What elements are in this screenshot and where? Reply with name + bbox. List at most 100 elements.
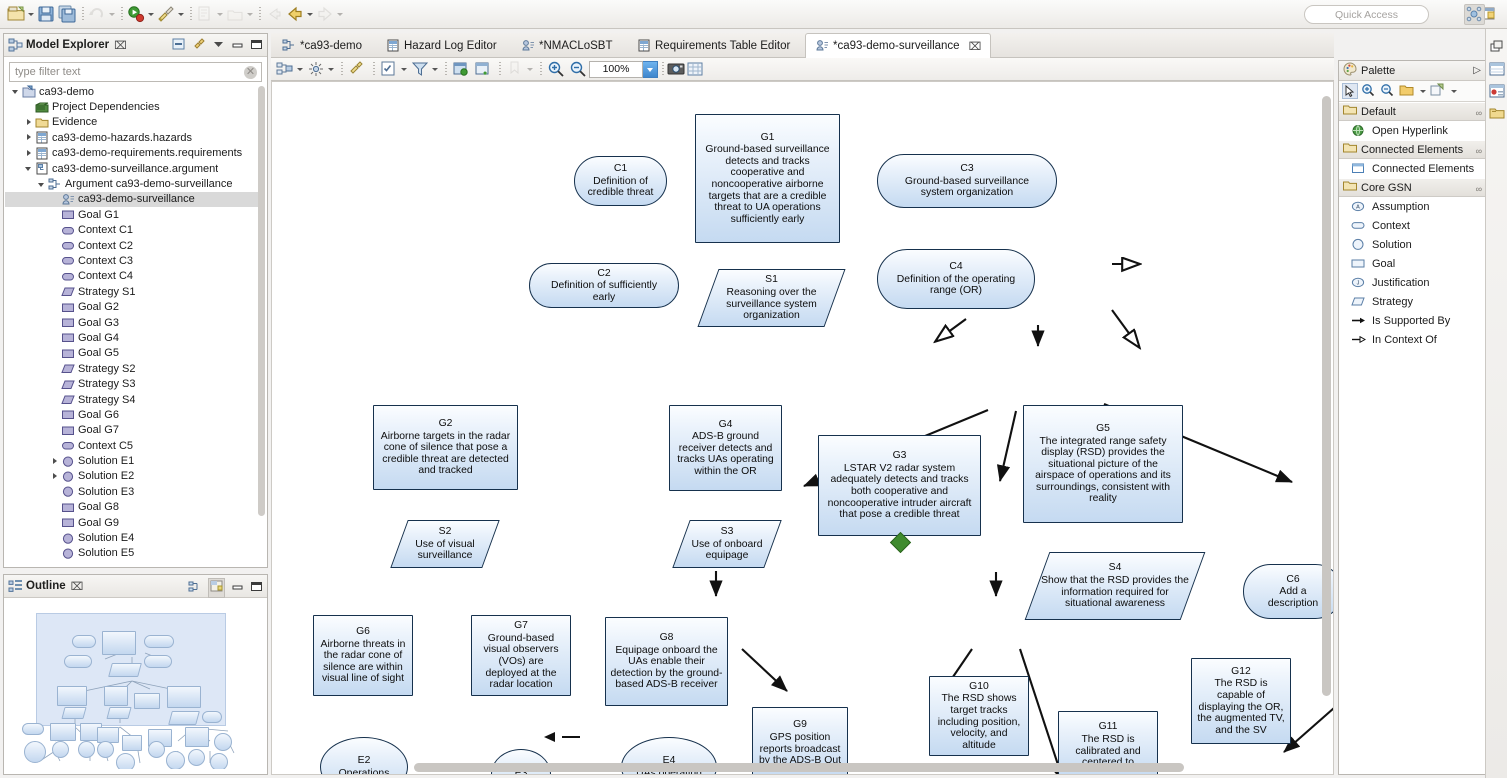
tree-scrollbar[interactable]: [258, 86, 265, 554]
palette-entry[interactable]: Context: [1339, 216, 1487, 235]
tree-item[interactable]: Solution E5: [5, 546, 260, 561]
save-all-button[interactable]: [57, 2, 78, 26]
canvas-vertical-scrollbar[interactable]: [1322, 96, 1331, 696]
chevron-right-icon[interactable]: [24, 117, 35, 128]
tree-item[interactable]: Solution E2: [5, 469, 260, 484]
tree-item[interactable]: Context C2: [5, 238, 260, 253]
tree-item[interactable]: Argument ca93-demo-surveillance: [5, 176, 260, 191]
tree-item[interactable]: ca93-demo-surveillance: [5, 191, 260, 208]
tree-item[interactable]: Strategy S3: [5, 376, 260, 391]
chevron-down-icon[interactable]: [305, 5, 314, 23]
previous-annotation-button[interactable]: [285, 2, 315, 26]
tree-item[interactable]: Goal G9: [5, 515, 260, 530]
chevron-down-icon[interactable]: [525, 60, 534, 78]
gsn-node-g7[interactable]: G7 Ground-based visual observers (VOs) ar…: [471, 615, 571, 696]
outline-overview-button[interactable]: [208, 578, 225, 598]
tree-item[interactable]: Goal G1: [5, 207, 260, 222]
tree-item[interactable]: Context C5: [5, 438, 260, 453]
palette-entry[interactable]: A Assumption: [1339, 197, 1487, 216]
gsn-node-g4[interactable]: G4 ADS-B ground receiver detects and trac…: [669, 405, 782, 491]
chevron-down-icon[interactable]: [24, 163, 35, 174]
tree-item[interactable]: Strategy S4: [5, 392, 260, 407]
restore-icon[interactable]: [1489, 39, 1505, 55]
tree-item[interactable]: Goal G8: [5, 500, 260, 515]
outline-hierarchy-button[interactable]: [188, 580, 202, 597]
gsn-node-c2[interactable]: C2 Definition of sufficiently early: [529, 263, 679, 308]
chevron-right-icon[interactable]: [24, 132, 35, 143]
tree-item[interactable]: Strategy S1: [5, 284, 260, 299]
camera-icon[interactable]: [667, 60, 686, 79]
gsn-node-c1[interactable]: C1 Definition of credible threat: [574, 156, 667, 206]
chevron-down-icon[interactable]: [146, 5, 155, 23]
tree-item[interactable]: Context C1: [5, 223, 260, 238]
palette-drawer-connected-elements[interactable]: Connected Elements ∞: [1339, 140, 1487, 159]
chevron-right-icon[interactable]: [50, 456, 61, 467]
model-tree[interactable]: ca93-demo Project Dependencies Evidence ca9…: [5, 84, 260, 564]
gsn-node-g5[interactable]: G5 The integrated range safety display (R…: [1023, 405, 1183, 523]
tree-item[interactable]: Solution E3: [5, 484, 260, 499]
zoom-out-button[interactable]: [568, 57, 589, 81]
note-icon[interactable]: [1399, 83, 1415, 99]
save-button[interactable]: [36, 2, 57, 26]
problems-icon[interactable]: [1489, 83, 1505, 99]
chevron-right-icon[interactable]: [24, 148, 35, 159]
gsn-node-c6[interactable]: C6 Add a description: [1243, 564, 1333, 619]
note-attachment-icon[interactable]: [1430, 83, 1446, 99]
arrange-all-button[interactable]: [275, 57, 305, 81]
quick-access-input[interactable]: Quick Access: [1304, 5, 1429, 24]
select-all-button[interactable]: [379, 57, 409, 81]
palette-drawer-default[interactable]: Default ∞: [1339, 102, 1487, 121]
tree-item[interactable]: Context C4: [5, 269, 260, 284]
maximize-button[interactable]: [250, 38, 263, 54]
tree-item[interactable]: ca93-demo: [5, 84, 260, 99]
chevron-down-icon[interactable]: [399, 60, 408, 78]
new-wizard-button[interactable]: [6, 2, 36, 26]
gsn-node-g6[interactable]: G6 Airborne threats in the radar cone of …: [313, 615, 413, 696]
tree-item[interactable]: Goal G7: [5, 423, 260, 438]
gsn-node-s3[interactable]: S3 Use of onboard equipage: [672, 520, 782, 568]
zoom-in-button[interactable]: [546, 57, 567, 81]
chevron-down-icon[interactable]: [107, 5, 116, 23]
maximize-button[interactable]: [250, 580, 263, 596]
gsn-node-s4[interactable]: S4 Show that the RSD provides the informa…: [1024, 552, 1206, 620]
palette-entry[interactable]: Open Hyperlink: [1339, 121, 1487, 140]
show-related-button[interactable]: [451, 57, 472, 81]
properties-icon[interactable]: [1489, 61, 1505, 77]
chevron-down-icon[interactable]: [11, 86, 22, 97]
new-java-class-button[interactable]: [195, 2, 225, 26]
chevron-down-icon[interactable]: [215, 5, 224, 23]
pin-drawer-icon[interactable]: ∞: [1476, 146, 1482, 156]
gsn-node-g10[interactable]: G10 The RSD shows target tracks including…: [929, 676, 1029, 756]
view-menu-button[interactable]: [212, 38, 225, 54]
back-history-button[interactable]: [264, 2, 285, 26]
gsn-node-g1[interactable]: G1 Ground-based surveillance detects and …: [695, 114, 840, 243]
modeling-perspective-button[interactable]: [1464, 4, 1485, 25]
gsn-node-g8[interactable]: G8 Equipage onboard the UAs enable their …: [605, 617, 728, 706]
palette-entry[interactable]: Connected Elements: [1339, 159, 1487, 178]
chevron-down-icon[interactable]: [1449, 82, 1458, 100]
pin-drawer-icon[interactable]: ∞: [1476, 108, 1482, 118]
cursor-icon[interactable]: [1342, 83, 1358, 99]
chevron-down-icon[interactable]: [335, 5, 344, 23]
chevron-down-icon[interactable]: [245, 5, 254, 23]
outline-thumbnail[interactable]: [10, 601, 260, 769]
tree-item[interactable]: Project Dependencies: [5, 99, 260, 114]
hide-related-button[interactable]: [473, 57, 494, 81]
minimize-button[interactable]: [231, 38, 244, 54]
close-icon[interactable]: ⌧: [969, 40, 982, 53]
debug-button[interactable]: [156, 2, 186, 26]
gsn-node-c4[interactable]: C4 Definition of the operating range (OR): [877, 249, 1035, 309]
tree-item[interactable]: Strategy S2: [5, 361, 260, 376]
editor-tab[interactable]: Requirements Table Editor: [628, 34, 799, 58]
grid-icon[interactable]: [686, 60, 705, 79]
editor-tab[interactable]: Hazard Log Editor: [377, 34, 506, 58]
model-explorer-icon[interactable]: [1489, 105, 1505, 121]
filter-box[interactable]: type filter text ✕: [9, 62, 262, 82]
diagram-canvas[interactable]: G1 Ground-based surveillance detects and …: [271, 81, 1334, 775]
gsn-node-s2[interactable]: S2 Use of visual surveillance: [390, 520, 500, 568]
tree-item[interactable]: ca93-demo-hazards.hazards: [5, 130, 260, 145]
close-icon[interactable]: ⌧: [71, 580, 84, 593]
palette-entry[interactable]: Solution: [1339, 235, 1487, 254]
tree-item[interactable]: Goal G4: [5, 330, 260, 345]
minimize-button[interactable]: [231, 580, 244, 596]
